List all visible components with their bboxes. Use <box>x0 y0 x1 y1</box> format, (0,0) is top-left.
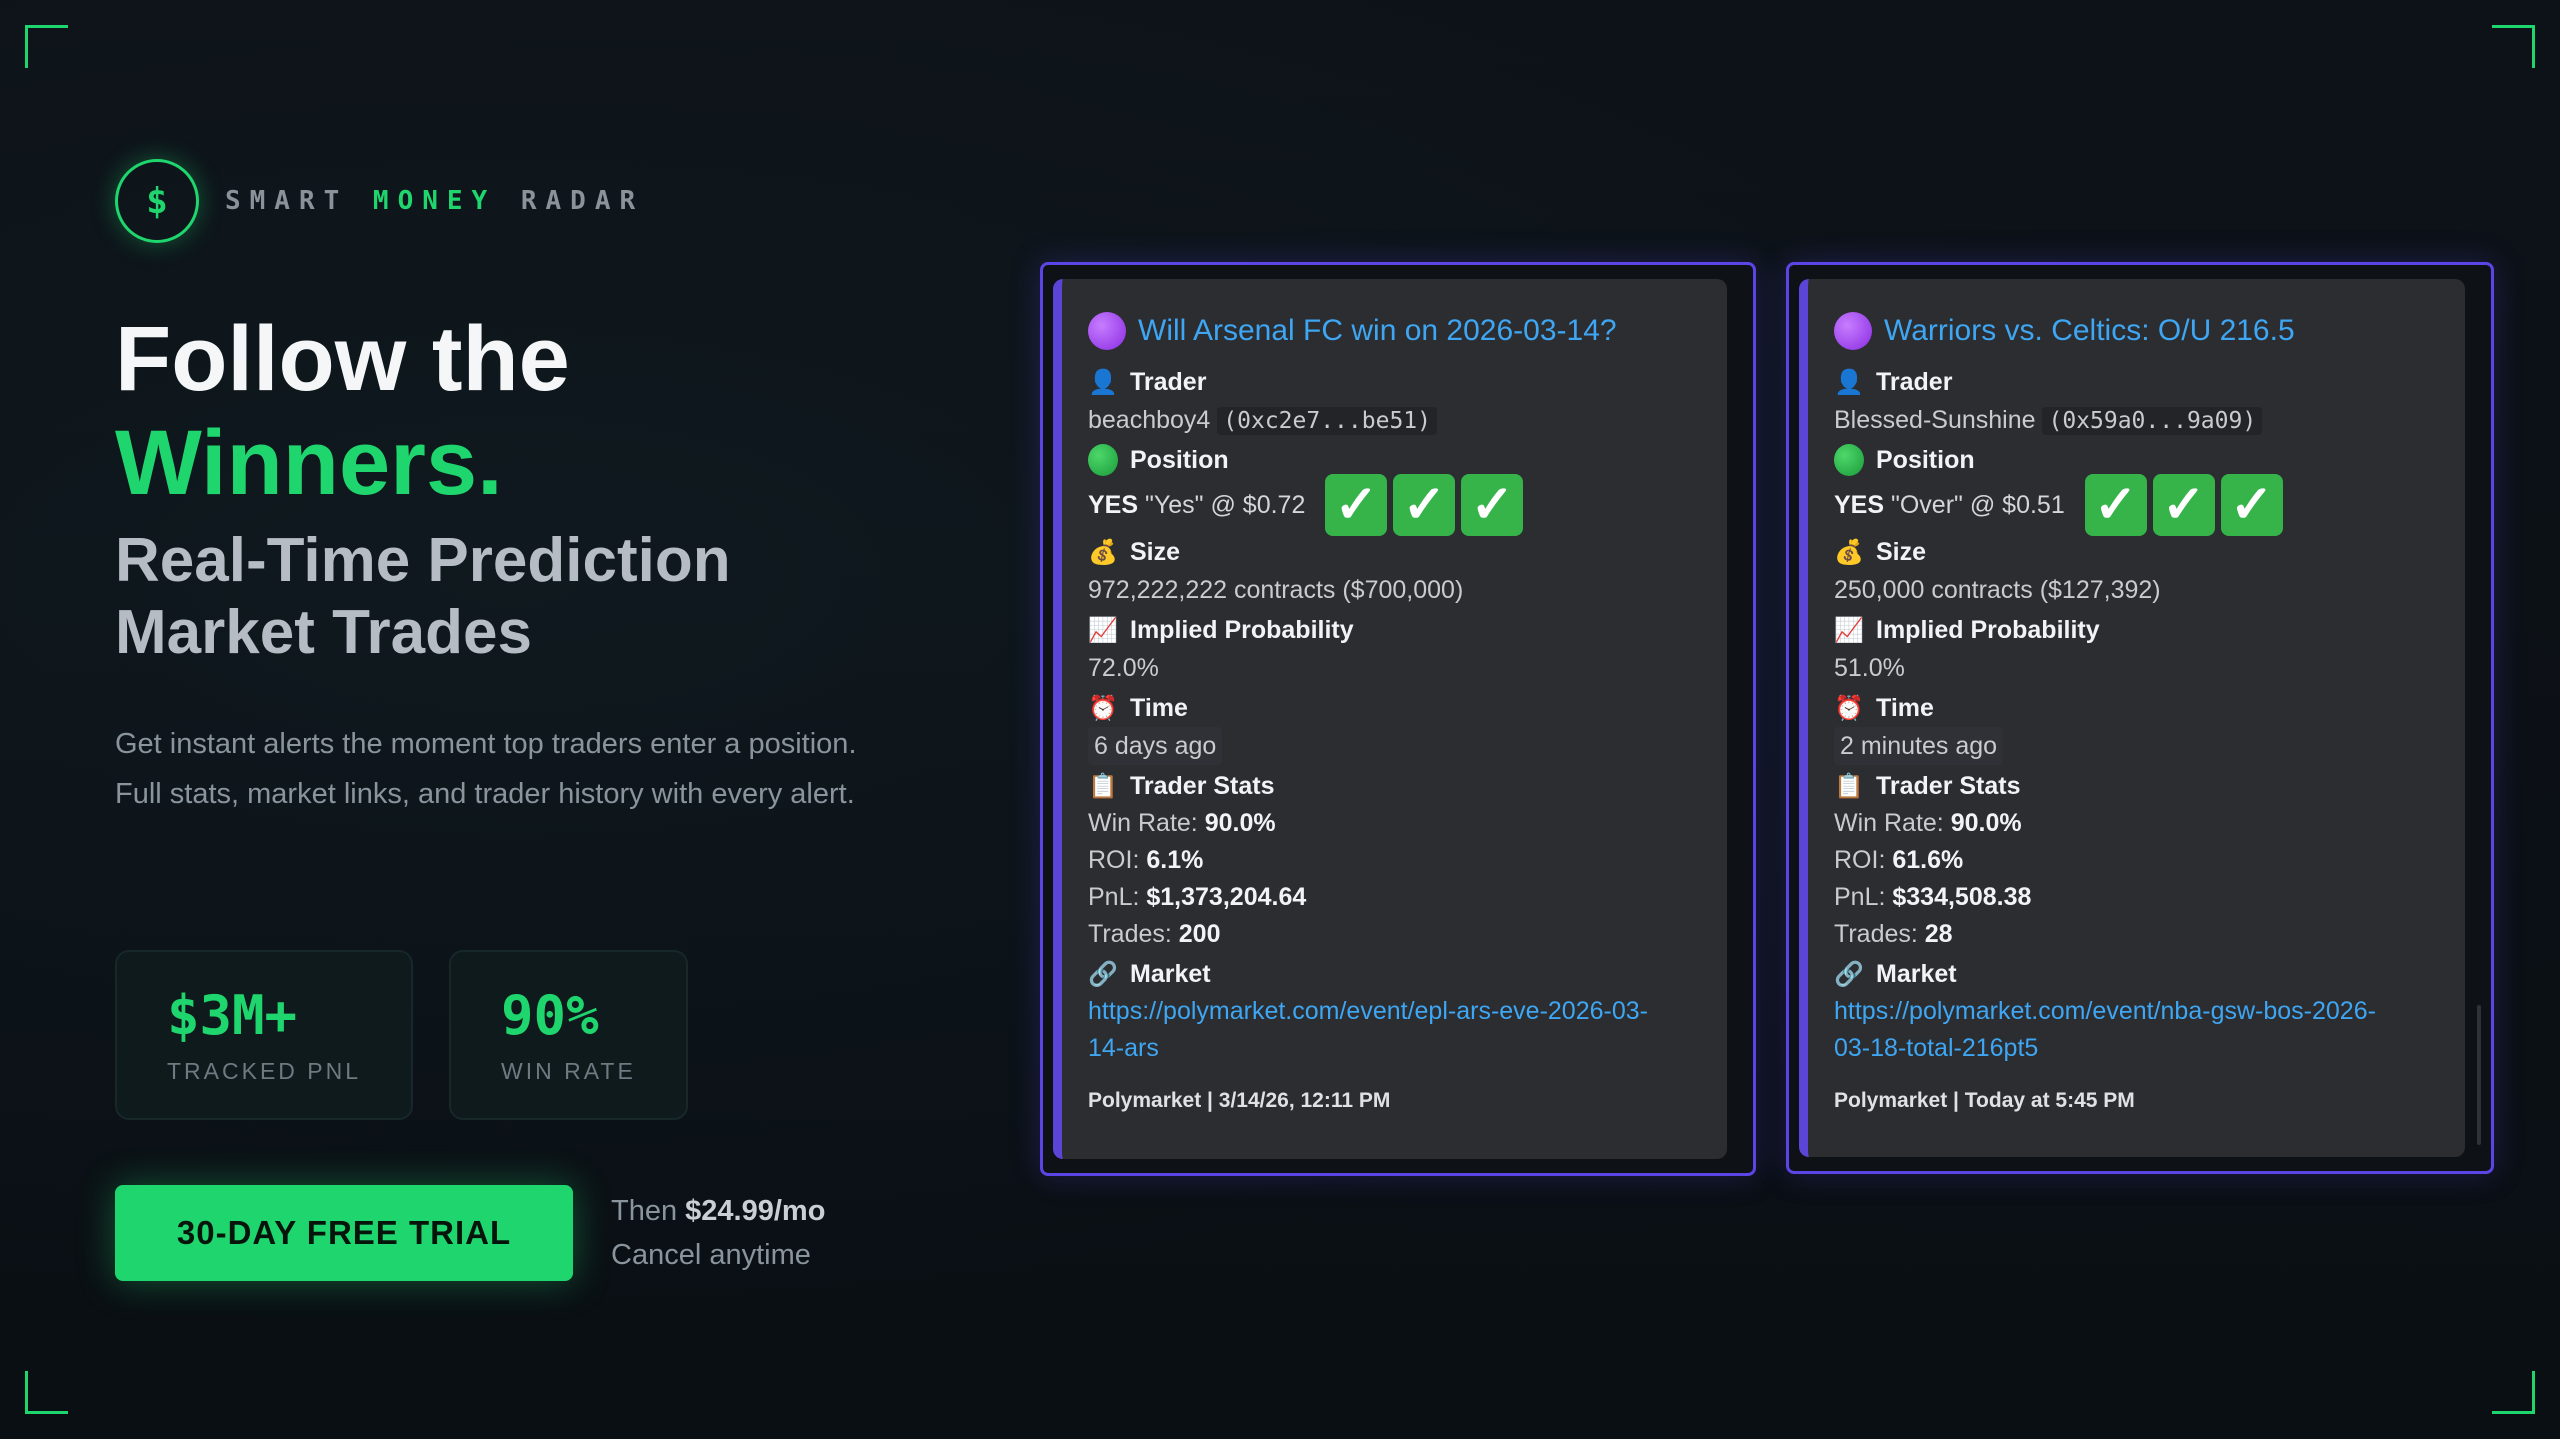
brand: $ SMART MONEY RADAR <box>115 155 935 247</box>
field-trader-stats: 📋 Trader Stats <box>1088 771 1275 800</box>
clipboard-icon: 📋 <box>1834 772 1864 800</box>
market-title-link[interactable]: Will Arsenal FC win on 2026-03-14? <box>1138 314 1617 348</box>
position-value: YES "Yes" @ $0.72 ✓ ✓ ✓ <box>1088 474 1697 536</box>
clipboard-icon: 📋 <box>1088 772 1118 800</box>
check-mark-icon: ✓ <box>1325 474 1388 536</box>
field-size: 💰 Size <box>1088 537 1181 566</box>
field-time: ⏰ Time <box>1088 693 1188 722</box>
green-circle-icon <box>1088 444 1118 476</box>
dollar-logo-icon: $ <box>115 159 199 243</box>
stat-tracked-pnl: $3M+ TRACKED PNL <box>115 950 414 1120</box>
check-mark-icon: ✓ <box>2220 474 2283 536</box>
field-time: ⏰ Time <box>1834 693 1934 722</box>
implied-probability-value: 72.0% <box>1088 654 1159 682</box>
purple-circle-icon <box>1088 312 1126 350</box>
time-value: 6 days ago <box>1088 727 1697 765</box>
pnl-line: PnL: $1,373,204.64 <box>1088 883 1307 911</box>
stats-row: $3M+ TRACKED PNL 90% WIN RATE <box>115 950 688 1120</box>
cta-row: 30-DAY FREE TRIAL Then $24.99/mo Cancel … <box>115 1185 825 1281</box>
embed-title: Warriors vs. Celtics: O/U 216.5 <box>1834 309 2435 353</box>
field-implied-probability: 📈 Implied Probability <box>1088 615 1354 644</box>
stat-value: 90% <box>501 984 599 1047</box>
scrollbar[interactable] <box>2477 1005 2481 1145</box>
headline-line1: Follow the <box>115 308 570 410</box>
subheadline: Real-Time Prediction Market Trades <box>115 526 731 667</box>
hero-section: $ SMART MONEY RADAR Follow the Winners. … <box>115 155 935 1281</box>
chart-increasing-icon: 📈 <box>1834 616 1864 644</box>
chart-increasing-icon: 📈 <box>1088 616 1118 644</box>
purple-circle-icon <box>1834 312 1872 350</box>
alarm-clock-icon: ⏰ <box>1834 694 1864 722</box>
field-size: 💰 Size <box>1834 537 1927 566</box>
check-mark-icon: ✓ <box>2084 474 2147 536</box>
win-rate-line: Win Rate: 90.0% <box>1834 809 2022 837</box>
alert-card-2: Warriors vs. Celtics: O/U 216.5 👤 Trader … <box>1786 262 2494 1174</box>
trader-icon: 👤 <box>1088 368 1118 396</box>
check-marks: ✓ ✓ ✓ <box>1325 474 1524 536</box>
alert-embed: Will Arsenal FC win on 2026-03-14? 👤 Trad… <box>1053 279 1727 1159</box>
size-value: 250,000 contracts ($127,392) <box>1834 576 2161 604</box>
size-value: 972,222,222 contracts ($700,000) <box>1088 576 1464 604</box>
trades-line: Trades: 200 <box>1088 920 1221 948</box>
market-url-link[interactable]: https://polymarket.com/event/nba-gsw-bos… <box>1834 993 2394 1067</box>
money-bag-icon: 💰 <box>1834 538 1864 566</box>
landing-page: $ SMART MONEY RADAR Follow the Winners. … <box>0 0 2560 1439</box>
time-value: 2 minutes ago <box>1834 727 2435 765</box>
market-title-link[interactable]: Warriors vs. Celtics: O/U 216.5 <box>1884 314 2295 348</box>
pnl-line: PnL: $334,508.38 <box>1834 883 2032 911</box>
corner-bracket-bottom-right <box>2492 1371 2535 1414</box>
headline-line2: Winners. <box>115 412 503 514</box>
pricing-note: Then $24.99/mo Cancel anytime <box>611 1189 825 1277</box>
free-trial-button[interactable]: 30-DAY FREE TRIAL <box>115 1185 573 1281</box>
alarm-clock-icon: ⏰ <box>1088 694 1118 722</box>
position-value: YES "Over" @ $0.51 ✓ ✓ ✓ <box>1834 474 2435 536</box>
field-trader: 👤 Trader <box>1834 367 1953 396</box>
stat-label: WIN RATE <box>501 1058 636 1084</box>
cancel-note: Cancel anytime <box>611 1239 811 1271</box>
brand-name: SMART MONEY RADAR <box>225 186 645 216</box>
field-trader-stats: 📋 Trader Stats <box>1834 771 2021 800</box>
green-circle-icon <box>1834 444 1864 476</box>
roi-line: ROI: 61.6% <box>1834 846 1964 874</box>
check-mark-icon: ✓ <box>1461 474 1524 536</box>
field-trader: 👤 Trader <box>1088 367 1207 396</box>
trades-line: Trades: 28 <box>1834 920 1953 948</box>
stat-win-rate: 90% WIN RATE <box>449 950 688 1120</box>
check-marks: ✓ ✓ ✓ <box>2084 474 2283 536</box>
trader-value: Blessed-Sunshine (0x59a0...9a09) <box>1834 401 2435 439</box>
market-url-link[interactable]: https://polymarket.com/event/epl-ars-eve… <box>1088 993 1648 1067</box>
description: Get instant alerts the moment top trader… <box>115 728 857 810</box>
check-mark-icon: ✓ <box>2152 474 2215 536</box>
check-mark-icon: ✓ <box>1393 474 1456 536</box>
stat-value: $3M+ <box>167 984 298 1047</box>
trader-icon: 👤 <box>1834 368 1864 396</box>
corner-bracket-top-right <box>2492 25 2535 68</box>
embed-title: Will Arsenal FC win on 2026-03-14? <box>1088 309 1697 353</box>
price: $24.99/mo <box>685 1195 826 1227</box>
implied-probability-value: 51.0% <box>1834 654 1905 682</box>
corner-bracket-bottom-left <box>25 1371 68 1414</box>
stat-label: TRACKED PNL <box>167 1058 362 1084</box>
embed-footer: Polymarket | 3/14/26, 12:11 PM <box>1088 1089 1391 1112</box>
field-implied-probability: 📈 Implied Probability <box>1834 615 2100 644</box>
field-market: 🔗 Market <box>1834 959 1957 988</box>
alert-embed: Warriors vs. Celtics: O/U 216.5 👤 Trader … <box>1799 279 2465 1157</box>
embed-footer: Polymarket | Today at 5:45 PM <box>1834 1089 2135 1112</box>
win-rate-line: Win Rate: 90.0% <box>1088 809 1276 837</box>
link-icon: 🔗 <box>1834 960 1864 988</box>
field-market: 🔗 Market <box>1088 959 1211 988</box>
alert-card-1: Will Arsenal FC win on 2026-03-14? 👤 Trad… <box>1040 262 1756 1176</box>
corner-bracket-top-left <box>25 25 68 68</box>
trader-value: beachboy4 (0xc2e7...be51) <box>1088 401 1697 439</box>
money-bag-icon: 💰 <box>1088 538 1118 566</box>
link-icon: 🔗 <box>1088 960 1118 988</box>
roi-line: ROI: 6.1% <box>1088 846 1204 874</box>
